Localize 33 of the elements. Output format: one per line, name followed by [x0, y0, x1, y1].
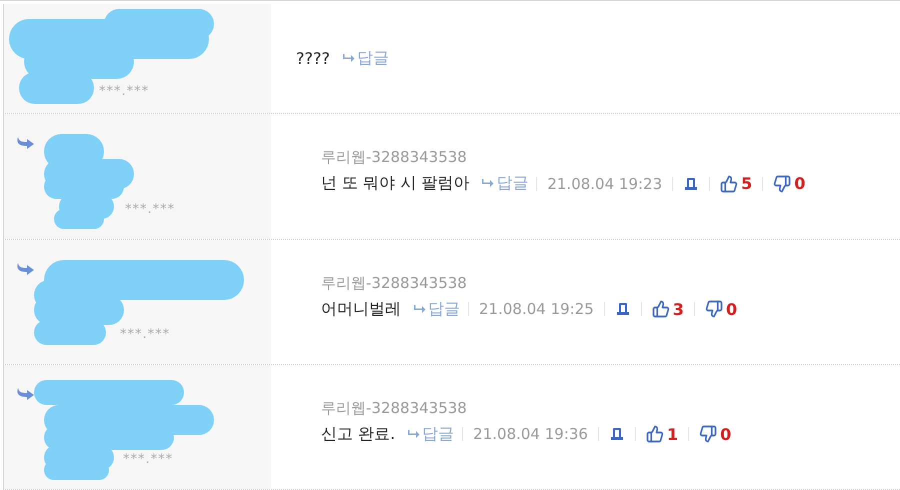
reply-arrow-icon [413, 304, 426, 314]
thumbs-down-icon [699, 425, 718, 444]
reply-arrow-icon [342, 54, 355, 64]
comment-date: 21.08.04 19:36 [472, 425, 589, 444]
thumbs-down-icon [704, 300, 723, 318]
author-name: 루리웹-3288343538 [321, 148, 467, 168]
ip-address: ***.*** [99, 84, 150, 100]
author-name: 루리웹-3288343538 [321, 274, 467, 293]
reply-arrow-icon [15, 386, 35, 401]
reply-arrow-icon [407, 430, 420, 439]
ip-address: ***.*** [123, 452, 174, 468]
like-button[interactable]: 1 [636, 424, 688, 444]
comment-text: ???? [296, 49, 330, 68]
like-button[interactable]: 5 [710, 174, 762, 194]
comment-date: 21.08.04 19:23 [546, 174, 664, 193]
dislike-button[interactable]: 0 [689, 424, 742, 444]
comment-text: 어머니벌레 [321, 298, 401, 320]
like-button[interactable]: 3 [642, 300, 694, 319]
comment-date: 21.08.04 19:25 [478, 300, 595, 318]
reply-arrow-icon [15, 262, 35, 276]
dislike-button[interactable]: 0 [763, 174, 816, 194]
comment-text: 넌 또 뭐야 시 팔럼아 [321, 173, 470, 194]
thumbs-up-icon [652, 300, 670, 318]
ip-address: ***.*** [120, 326, 172, 342]
thumbs-up-icon [646, 425, 664, 444]
dislike-button[interactable]: 0 [694, 300, 748, 319]
reply-arrow-icon [481, 179, 494, 188]
author-name: 루리웹-3288343538 [321, 398, 467, 418]
ip-address: ***.*** [125, 202, 176, 217]
reply-arrow-icon [15, 136, 35, 150]
comment-text: 신고 완료. [321, 424, 396, 445]
thumbs-down-icon [773, 174, 792, 193]
thumbs-up-icon [720, 174, 738, 193]
